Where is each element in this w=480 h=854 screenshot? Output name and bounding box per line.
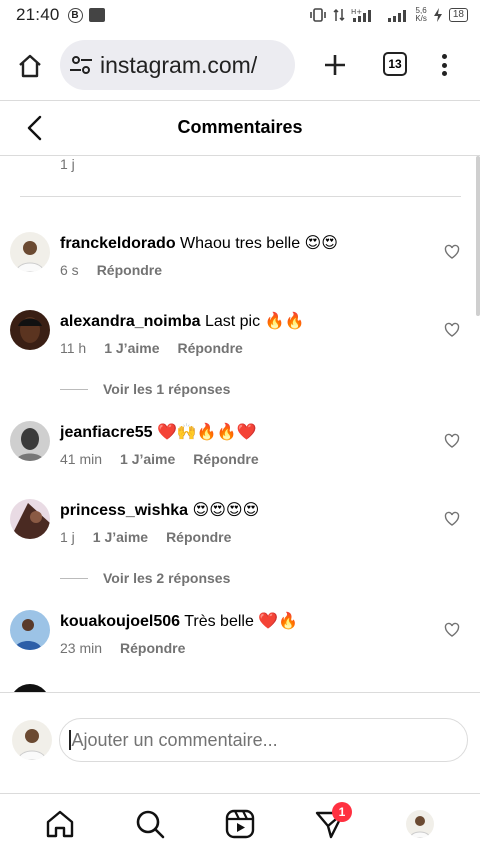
new-tab-icon[interactable] <box>322 52 348 78</box>
activity-icon <box>88 8 105 22</box>
vibrate-icon <box>310 8 327 22</box>
battery-icon: 18 <box>448 8 468 22</box>
avatar[interactable] <box>10 232 50 272</box>
svg-text:H+: H+ <box>351 8 362 16</box>
data-transfer-icon <box>333 8 345 22</box>
comment-item: franckeldorado Whaou tres belle 😍😍 6 s Ré… <box>0 230 480 290</box>
reply-button[interactable]: Répondre <box>177 340 242 356</box>
comment-text: ❤️🙌🔥🔥❤️ <box>156 424 257 441</box>
browser-home-icon[interactable] <box>16 52 44 80</box>
bottom-nav: 1 <box>0 794 480 854</box>
avatar[interactable] <box>10 499 50 539</box>
comments-list[interactable]: 1 j franckeldorado Whaou tres belle 😍😍 6… <box>0 156 480 692</box>
page-title: Commentaires <box>177 117 303 137</box>
status-bar: 21:40 B H+ 5,6 K/s 18 <box>0 0 480 30</box>
reels-icon[interactable] <box>224 808 256 840</box>
tab-switcher-button[interactable]: 13 <box>383 52 407 76</box>
search-icon[interactable] <box>134 808 166 840</box>
charging-icon <box>433 8 442 22</box>
my-avatar <box>12 720 52 760</box>
b-notification-icon: B <box>67 7 83 23</box>
network-speed: 5,6 K/s <box>415 6 427 23</box>
like-heart-icon[interactable] <box>444 433 460 449</box>
avatar[interactable] <box>10 610 50 650</box>
like-heart-icon[interactable] <box>444 622 460 638</box>
comment-time: 6 s <box>60 262 79 278</box>
comment-username[interactable]: alexandra_noimba <box>60 313 201 330</box>
like-heart-icon[interactable] <box>444 511 460 527</box>
view-replies-button[interactable]: Voir les 1 réponses <box>60 381 230 397</box>
reply-button[interactable]: Répondre <box>193 451 258 467</box>
avatar[interactable] <box>10 421 50 461</box>
reply-button[interactable]: Répondre <box>97 262 162 278</box>
comment-text: Whaou tres belle 😍😍 <box>180 235 338 252</box>
notification-badge: 1 <box>332 802 352 822</box>
url-bar[interactable]: instagram.com/ <box>60 40 295 90</box>
comment-item: jeanfiacre55 ❤️🙌🔥🔥❤️ 41 min 1 J’aime Répon… <box>0 419 480 479</box>
comments-header: Commentaires <box>0 101 480 155</box>
avatar[interactable] <box>10 684 50 692</box>
comment-item: kouakoujoel506 Très belle ❤️🔥 23 min Répo… <box>0 608 480 668</box>
previous-comment-time: 1 j <box>60 156 75 172</box>
comment-composer: Ajouter un commentaire... <box>0 693 480 793</box>
comment-item: alexandra_noimba Last pic 🔥🔥 11 h 1 J’aim… <box>0 308 480 368</box>
divider <box>20 196 461 197</box>
clock: 21:40 <box>16 5 60 24</box>
site-settings-icon[interactable] <box>68 52 94 78</box>
browser-toolbar: instagram.com/ 13 <box>0 30 480 100</box>
comment-username[interactable]: jeanfiacre55 <box>60 424 153 441</box>
comment-likes[interactable]: 1 J’aime <box>120 451 175 467</box>
comment-likes[interactable]: 1 J’aime <box>104 340 159 356</box>
browser-menu-icon[interactable] <box>434 52 454 78</box>
comment-text: Last pic 🔥🔥 <box>204 313 305 330</box>
comment-username[interactable]: kouakoujoel506 <box>60 613 180 630</box>
comment-likes[interactable]: 1 J’aime <box>93 529 148 545</box>
like-heart-icon[interactable] <box>444 322 460 338</box>
signal-h-plus-icon: H+ <box>351 8 372 22</box>
avatar[interactable] <box>10 310 50 350</box>
comment-input[interactable]: Ajouter un commentaire... <box>59 718 468 762</box>
view-replies-button[interactable]: Voir les 2 réponses <box>60 570 230 586</box>
comment-text: Très belle ❤️🔥 <box>184 613 299 630</box>
comment-time: 11 h <box>60 340 87 356</box>
comment-text: 😍😍😍😍 <box>192 502 260 519</box>
reply-button[interactable]: Répondre <box>166 529 231 545</box>
home-icon[interactable] <box>44 808 76 840</box>
comment-username[interactable]: franckeldorado <box>60 235 176 252</box>
like-heart-icon[interactable] <box>444 244 460 260</box>
signal-icon <box>388 10 407 22</box>
comment-item: princess_wishka 😍😍😍😍 1 j 1 J’aime Répondre <box>0 497 480 557</box>
comment-time: 23 min <box>60 640 103 656</box>
comment-time: 1 j <box>60 529 75 545</box>
profile-avatar[interactable] <box>406 810 434 838</box>
reply-button[interactable]: Répondre <box>120 640 185 656</box>
comment-time: 41 min <box>60 451 103 467</box>
comment-username[interactable]: princess_wishka <box>60 502 188 519</box>
url-text: instagram.com/ <box>100 51 258 78</box>
